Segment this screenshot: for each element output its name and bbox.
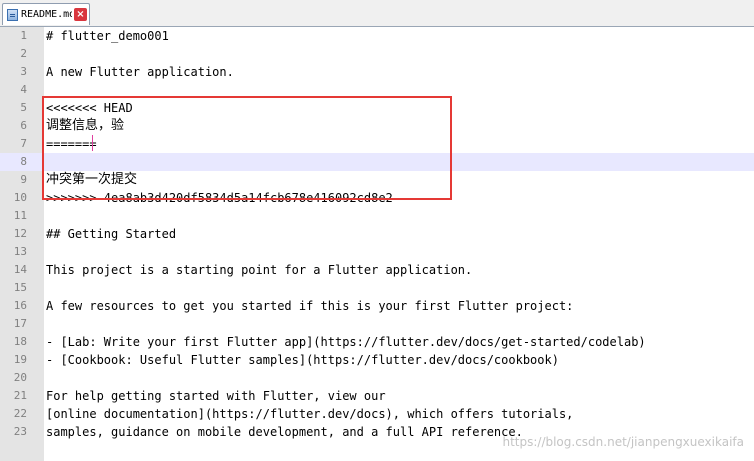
line-number: 11	[13, 209, 27, 222]
code-text[interactable]: <<<<<<< HEAD	[46, 99, 133, 117]
code-text[interactable]: - [Cookbook: Useful Flutter samples](htt…	[46, 351, 559, 369]
code-line[interactable]: 9 冲突第一次提交	[0, 171, 754, 189]
tab-bar: README.md ×	[0, 0, 754, 27]
code-line[interactable]: 21 For help getting started with Flutter,…	[0, 387, 754, 405]
line-number: 23	[13, 425, 27, 438]
tab-readme[interactable]: README.md ×	[2, 3, 90, 25]
code-line[interactable]: 6 调整信息，验	[0, 117, 754, 135]
code-line[interactable]: 12 ## Getting Started	[0, 225, 754, 243]
code-line[interactable]: 16 A few resources to get you started if …	[0, 297, 754, 315]
line-number: 5	[20, 101, 27, 114]
code-text[interactable]: [online documentation](https://flutter.d…	[46, 405, 573, 423]
tab-label: README.md	[21, 9, 72, 20]
line-number: 16	[13, 299, 27, 312]
code-line[interactable]: 18 - [Lab: Write your first Flutter app](…	[0, 333, 754, 351]
line-number: 3	[20, 65, 27, 78]
code-text[interactable]: =======	[46, 135, 97, 153]
code-text[interactable]: samples, guidance on mobile development,…	[46, 423, 523, 441]
code-line[interactable]: 15	[0, 279, 754, 297]
line-number: 14	[13, 263, 27, 276]
code-text[interactable]: - [Lab: Write your first Flutter app](ht…	[46, 333, 646, 351]
line-number: 10	[13, 191, 27, 204]
code-line[interactable]: 4	[0, 81, 754, 99]
code-text[interactable]: For help getting started with Flutter, v…	[46, 387, 386, 405]
code-text[interactable]: This project is a starting point for a F…	[46, 261, 472, 279]
close-icon[interactable]: ×	[74, 8, 87, 21]
code-line[interactable]: 2	[0, 45, 754, 63]
code-text[interactable]: 调整信息，验	[46, 117, 124, 135]
line-number: 20	[13, 371, 27, 384]
code-text[interactable]: A few resources to get you started if th…	[46, 297, 573, 315]
code-line[interactable]: 10 >>>>>>> 4ea8ab3d420df5834d5a14fcb678e4…	[0, 189, 754, 207]
line-number: 7	[20, 137, 27, 150]
code-line[interactable]: 5 <<<<<<< HEAD	[0, 99, 754, 117]
line-number: 17	[13, 317, 27, 330]
code-line[interactable]: 13	[0, 243, 754, 261]
code-line[interactable]: 22 [online documentation](https://flutter…	[0, 405, 754, 423]
document-icon	[7, 8, 18, 21]
code-line[interactable]: 3 A new Flutter application.	[0, 63, 754, 81]
editor[interactable]: 1 # flutter_demo001 2 3 A new Flutter applic…	[0, 27, 754, 461]
code-text[interactable]: A new Flutter application.	[46, 63, 234, 81]
code-line[interactable]: 1 # flutter_demo001	[0, 27, 754, 45]
line-number: 21	[13, 389, 27, 402]
code-line[interactable]: 7 =======	[0, 135, 754, 153]
watermark: https://blog.csdn.net/jianpengxuexikaifa	[502, 435, 744, 449]
line-number: 8	[0, 153, 27, 171]
line-number: 4	[20, 83, 27, 96]
code-line[interactable]: 11	[0, 207, 754, 225]
line-number: 15	[13, 281, 27, 294]
code-text[interactable]: ## Getting Started	[46, 225, 176, 243]
code-line[interactable]: 19 - [Cookbook: Useful Flutter samples](h…	[0, 351, 754, 369]
line-number: 13	[13, 245, 27, 258]
code-line[interactable]: 20	[0, 369, 754, 387]
code-line[interactable]: 14 This project is a starting point for a…	[0, 261, 754, 279]
code-line[interactable]: 8	[0, 153, 754, 171]
line-number: 22	[13, 407, 27, 420]
code-text[interactable]: >>>>>>> 4ea8ab3d420df5834d5a14fcb678e416…	[46, 189, 393, 207]
line-number: 1	[20, 29, 27, 42]
code-line[interactable]: 17	[0, 315, 754, 333]
line-number: 6	[20, 119, 27, 132]
line-number: 2	[20, 47, 27, 60]
text-caret	[92, 135, 93, 151]
line-number: 12	[13, 227, 27, 240]
line-number: 9	[20, 173, 27, 186]
code-text[interactable]: # flutter_demo001	[46, 27, 169, 45]
line-number: 18	[13, 335, 27, 348]
code-text[interactable]: 冲突第一次提交	[46, 171, 137, 189]
line-number: 19	[13, 353, 27, 366]
